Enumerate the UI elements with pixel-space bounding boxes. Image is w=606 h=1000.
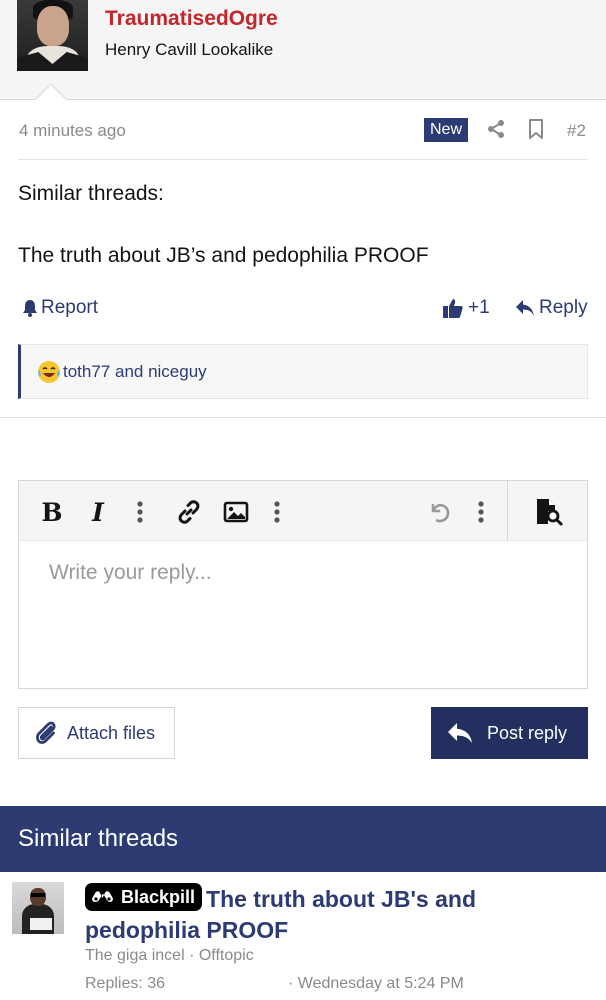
link-icon[interactable] (176, 499, 202, 525)
post-body-text: Similar threads: (18, 182, 164, 205)
header-pointer (34, 84, 68, 101)
bell-icon (23, 300, 37, 317)
reply-link[interactable]: Reply (515, 297, 588, 319)
similar-thread-title-link[interactable]: Blackpill The truth about JB's and pedop… (85, 883, 585, 946)
reply-label: Reply (539, 297, 588, 318)
meta-separator: · (189, 947, 199, 964)
like-button[interactable]: +1 (443, 297, 490, 319)
reply-icon (448, 723, 472, 743)
similar-threads-title: Similar threads (18, 825, 179, 852)
post-reply-button[interactable]: Post reply (431, 707, 588, 759)
attach-files-label: Attach files (67, 722, 156, 743)
thread-prefix-badge[interactable]: Blackpill (85, 883, 203, 911)
post-meta-bar: 4 minutes ago New #2 (18, 114, 588, 160)
user-title: Henry Cavill Lookalike (105, 40, 274, 59)
post-reply-label: Post reply (487, 722, 568, 743)
preview-icon[interactable] (533, 497, 563, 527)
paperclip-icon (36, 721, 56, 744)
reactions-users[interactable]: toth77 and niceguy (63, 362, 207, 382)
post-body-text: The truth about JB’s and pedophilia PROO… (18, 244, 429, 267)
reply-icon (516, 300, 534, 316)
thread-author-avatar[interactable] (12, 882, 64, 934)
post-timestamp[interactable]: 4 minutes ago (19, 121, 126, 141)
bookmark-icon[interactable] (527, 119, 545, 139)
new-badge: New (424, 118, 469, 142)
post-user-header: TraumatisedOgre Henry Cavill Lookalike (0, 0, 606, 100)
thread-date: · Wednesday at 5:24 PM (288, 975, 464, 992)
image-icon[interactable] (223, 499, 249, 525)
thread-replies: Replies: 36 (85, 975, 166, 992)
divider (0, 417, 606, 418)
reply-editor: B I Write your reply... (18, 480, 588, 689)
toolbar-separator (507, 481, 508, 541)
italic-icon[interactable]: I (85, 498, 111, 527)
more-options-icon[interactable] (264, 499, 290, 525)
reactions-bar: toth77 and niceguy (18, 344, 588, 399)
reply-input[interactable]: Write your reply... (49, 561, 212, 585)
bold-icon[interactable]: B (39, 498, 65, 527)
report-label: Report (41, 297, 99, 318)
more-options-icon[interactable] (127, 499, 153, 525)
post-number[interactable]: #2 (567, 121, 586, 141)
thread-author[interactable]: The giga incel (85, 947, 185, 964)
undo-icon[interactable] (426, 499, 452, 525)
laughing-crying-emoji-icon[interactable] (37, 360, 61, 384)
similar-threads-header: Similar threads (0, 806, 606, 872)
thumbs-up-icon (443, 299, 463, 318)
thread-author-forum: The giga incel · Offtopic (85, 947, 254, 965)
report-link[interactable]: Report (22, 297, 98, 319)
more-options-icon[interactable] (468, 499, 494, 525)
blackpill-icon (92, 891, 113, 902)
username[interactable]: TraumatisedOgre (105, 7, 278, 31)
user-avatar[interactable] (17, 0, 88, 71)
editor-toolbar: B I (19, 481, 587, 541)
attach-files-button[interactable]: Attach files (18, 707, 175, 759)
thread-prefix-label: Blackpill (121, 886, 196, 907)
share-icon[interactable] (486, 119, 506, 139)
thread-forum[interactable]: Offtopic (199, 947, 254, 964)
like-count: +1 (468, 297, 490, 318)
